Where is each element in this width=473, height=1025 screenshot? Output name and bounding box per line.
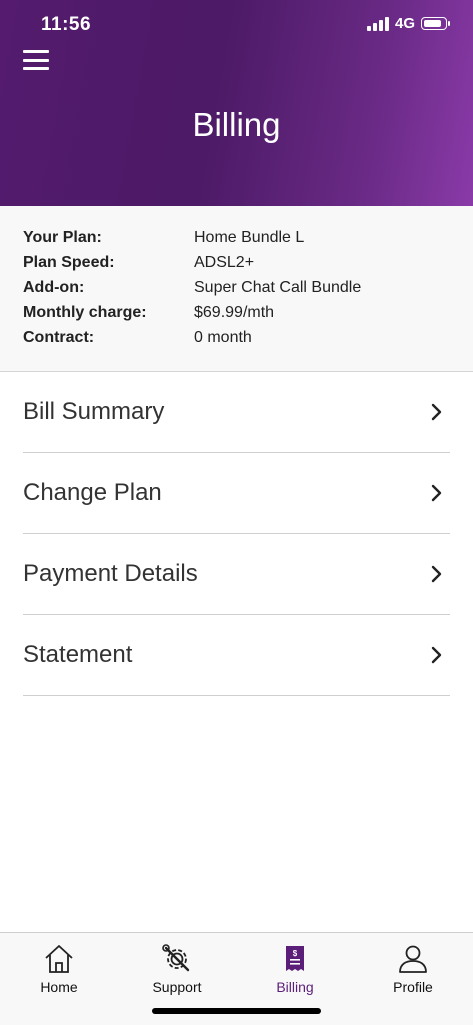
page-title: Billing xyxy=(192,106,281,143)
chevron-right-icon xyxy=(431,646,442,664)
app-header: 11:56 4G Billing xyxy=(0,0,473,206)
plan-value: Home Bundle L xyxy=(194,229,305,246)
menu-item-label: Statement xyxy=(23,641,133,668)
plan-value: Super Chat Call Bundle xyxy=(194,279,362,296)
status-indicators: 4G xyxy=(366,15,450,32)
svg-text:$: $ xyxy=(293,949,298,958)
menu-item-label: Payment Details xyxy=(23,560,198,587)
menu-item-statement[interactable]: Statement xyxy=(23,615,450,696)
chevron-right-icon xyxy=(431,565,442,583)
plan-label: Monthly charge: xyxy=(23,304,147,321)
billing-menu: Bill Summary Change Plan Payment Details… xyxy=(23,372,450,696)
tab-home[interactable]: Home xyxy=(9,943,109,995)
status-time: 11:56 xyxy=(41,14,92,35)
plan-label: Add-on: xyxy=(23,279,85,296)
tab-billing[interactable]: $ Billing xyxy=(245,943,345,995)
gear-wrench-icon xyxy=(162,944,190,972)
tab-label: Support xyxy=(152,979,202,995)
menu-item-change-plan[interactable]: Change Plan xyxy=(23,453,450,534)
tab-profile[interactable]: Profile xyxy=(363,943,463,995)
hamburger-menu-icon[interactable] xyxy=(23,50,49,70)
signal-icon xyxy=(366,16,389,31)
tab-label: Profile xyxy=(393,979,433,995)
chevron-right-icon xyxy=(431,403,442,421)
menu-item-label: Bill Summary xyxy=(23,398,165,425)
network-type: 4G xyxy=(394,15,415,32)
menu-item-payment-details[interactable]: Payment Details xyxy=(23,534,450,615)
bill-receipt-icon: $ xyxy=(286,946,304,971)
battery-icon xyxy=(421,17,450,30)
home-icon xyxy=(45,945,73,973)
plan-value: ADSL2+ xyxy=(194,254,255,271)
tab-label: Billing xyxy=(276,979,314,995)
person-icon xyxy=(399,945,427,973)
plan-label: Contract: xyxy=(23,329,95,346)
tab-label: Home xyxy=(40,979,78,995)
menu-item-bill-summary[interactable]: Bill Summary xyxy=(23,372,450,453)
plan-label: Your Plan: xyxy=(23,229,102,246)
tab-support[interactable]: Support xyxy=(127,943,227,995)
plan-value: $69.99/mth xyxy=(194,304,275,321)
plan-details: Your Plan: Home Bundle L Plan Speed: ADS… xyxy=(0,206,473,372)
chevron-right-icon xyxy=(431,484,442,502)
plan-label: Plan Speed: xyxy=(23,254,115,271)
menu-item-label: Change Plan xyxy=(23,479,162,506)
home-indicator xyxy=(152,1008,321,1014)
plan-value: 0 month xyxy=(194,329,252,346)
